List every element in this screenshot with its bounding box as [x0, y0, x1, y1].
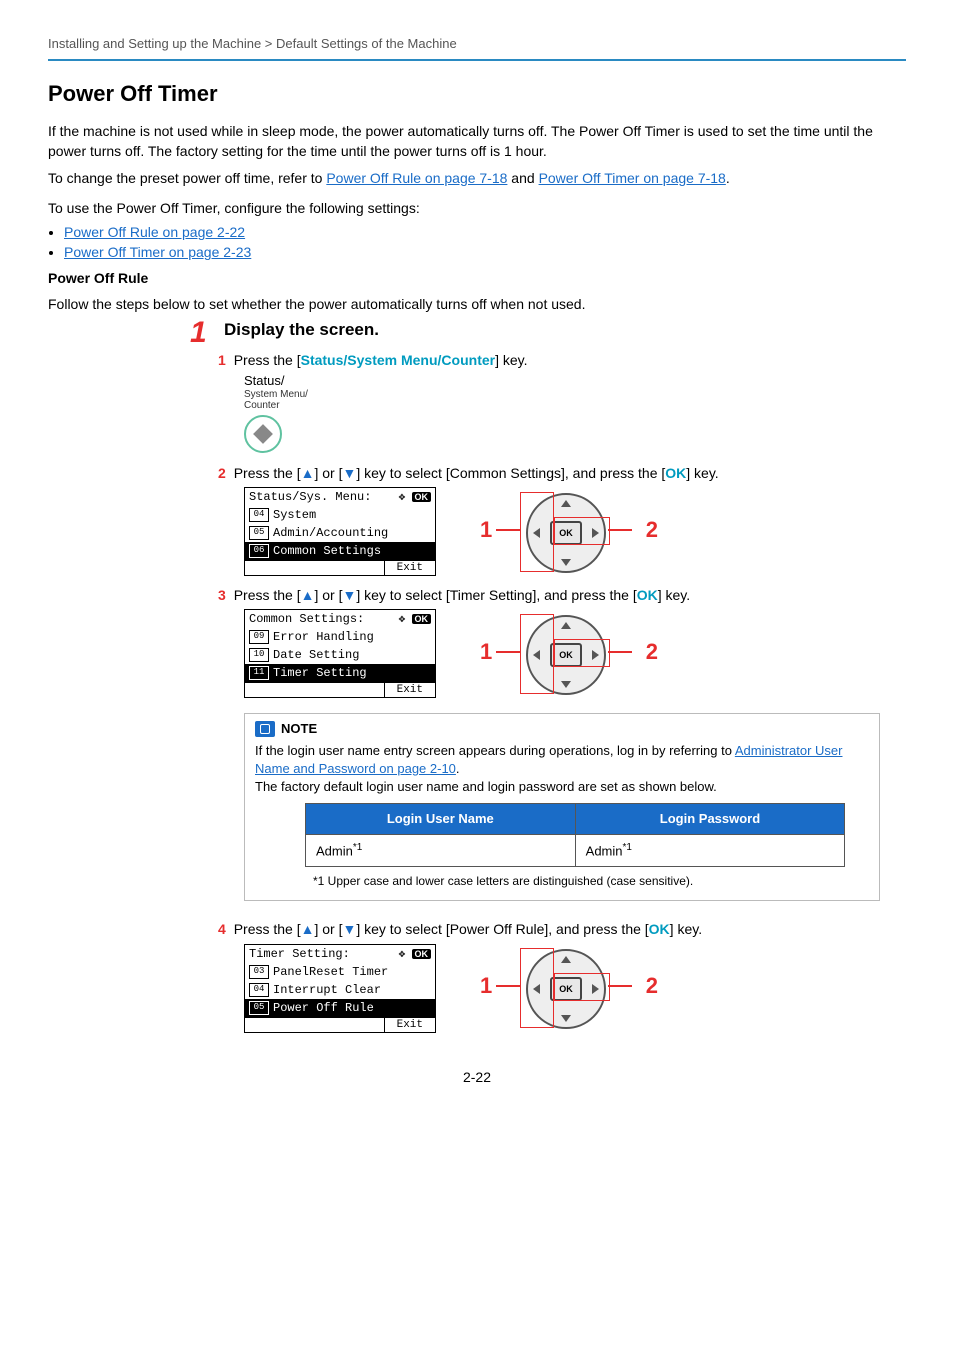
nav-diamond-icon: ✥ — [399, 614, 405, 626]
note-box: NOTE If the login user name entry screen… — [244, 713, 880, 901]
note-label: NOTE — [281, 720, 317, 738]
highlight-box-updown — [520, 948, 554, 1028]
nav-up-icon[interactable] — [561, 500, 571, 507]
subheading-desc: Follow the steps below to set whether th… — [48, 294, 906, 314]
nav-down-icon[interactable] — [561, 1015, 571, 1022]
intro-p2-and: and — [507, 170, 538, 186]
ok-key-label: OK — [637, 587, 658, 603]
note-text-1: If the login user name entry screen appe… — [255, 742, 869, 778]
down-arrow-icon: ▼ — [342, 587, 356, 603]
down-arrow-icon: ▼ — [342, 465, 356, 481]
nav-up-icon[interactable] — [561, 622, 571, 629]
status-label-line2: System Menu/ — [244, 389, 906, 400]
status-button-diagram: Status/ System Menu/ Counter — [244, 374, 906, 452]
highlight-box-ok — [554, 639, 610, 667]
lcd-exit-button: Exit — [384, 1018, 435, 1032]
callout-line-1 — [496, 985, 520, 987]
td-login-user-name: Admin*1 — [306, 834, 576, 867]
nav-down-icon[interactable] — [561, 681, 571, 688]
note-text-2: The factory default login user name and … — [255, 778, 869, 796]
settings-bullet-list: Power Off Rule on page 2-22 Power Off Ti… — [48, 224, 906, 260]
link-power-off-rule-718[interactable]: Power Off Rule on page 7-18 — [326, 170, 507, 186]
callout-line-2 — [608, 651, 632, 653]
subheading-power-off-rule: Power Off Rule — [48, 270, 906, 286]
substep-2-text: 2 Press the [▲] or [▼] key to select [Co… — [218, 465, 906, 481]
substep-4-num: 4 — [218, 921, 226, 937]
highlight-box-ok — [554, 973, 610, 1001]
lcd-exit-button: Exit — [384, 683, 435, 697]
lcd2-title: Common Settings: — [249, 612, 364, 626]
up-arrow-icon: ▲ — [301, 587, 315, 603]
nav-diamond-icon: ✥ — [399, 949, 405, 961]
step-heading: Display the screen. — [224, 320, 906, 340]
intro-p2-pre: To change the preset power off time, ref… — [48, 170, 326, 186]
th-login-password: Login Password — [575, 803, 845, 834]
lcd3-title: Timer Setting: — [249, 947, 350, 961]
breadcrumb: Installing and Setting up the Machine > … — [48, 36, 906, 61]
substep-3-num: 3 — [218, 587, 226, 603]
status-label-line3: Counter — [244, 400, 906, 411]
intro-paragraph-2: To change the preset power off time, ref… — [48, 168, 906, 188]
key-status-system-menu-counter: Status/System Menu/Counter — [301, 352, 495, 368]
substep-3-text: 3 Press the [▲] or [▼] key to select [Ti… — [218, 587, 906, 603]
substep-1-num: 1 — [218, 352, 226, 368]
nav-diamond-icon: ✥ — [399, 492, 405, 504]
up-arrow-icon: ▲ — [301, 465, 315, 481]
callout-num-1: 1 — [480, 639, 492, 665]
page-number: 2-22 — [48, 1069, 906, 1085]
th-login-user-name: Login User Name — [306, 803, 576, 834]
callout-num-1: 1 — [480, 517, 492, 543]
highlight-box-ok — [554, 517, 610, 545]
lcd-common-settings: Common Settings: ✥ OK 09Error Handling 1… — [244, 609, 436, 698]
highlight-box-updown — [520, 492, 554, 572]
callout-num-2: 2 — [646, 639, 658, 665]
nav-up-icon[interactable] — [561, 956, 571, 963]
status-label-line1: Status/ — [244, 374, 906, 388]
substep-1-text: 1 Press the [Status/System Menu/Counter]… — [218, 352, 906, 368]
link-power-off-rule-222[interactable]: Power Off Rule on page 2-22 — [64, 224, 245, 240]
callout-num-2: 2 — [646, 973, 658, 999]
ok-pill-icon: OK — [412, 492, 432, 502]
lcd-timer-setting: Timer Setting: ✥ OK 03PanelReset Timer 0… — [244, 944, 436, 1033]
login-credentials-table: Login User Name Login Password Admin*1 A… — [305, 803, 845, 868]
td-login-password: Admin*1 — [575, 834, 845, 867]
ok-key-label: OK — [649, 921, 670, 937]
lcd-status-sys-menu: Status/Sys. Menu: ✥ OK 04System 05Admin/… — [244, 487, 436, 576]
page-title: Power Off Timer — [48, 81, 906, 107]
callout-num-1: 1 — [480, 973, 492, 999]
substep-2-num: 2 — [218, 465, 226, 481]
callout-line-2 — [608, 529, 632, 531]
ok-pill-icon: OK — [412, 614, 432, 624]
status-system-button[interactable] — [244, 415, 282, 453]
up-arrow-icon: ▲ — [301, 921, 315, 937]
intro-paragraph-3: To use the Power Off Timer, configure th… — [48, 198, 906, 218]
nav-wheel-diagram: OK 1 2 — [476, 943, 656, 1033]
highlight-box-updown — [520, 614, 554, 694]
link-power-off-timer-718[interactable]: Power Off Timer on page 7-18 — [539, 170, 726, 186]
link-power-off-timer-223[interactable]: Power Off Timer on page 2-23 — [64, 244, 251, 260]
note-icon — [255, 721, 275, 737]
lcd-exit-button: Exit — [384, 561, 435, 575]
substep-4-text: 4 Press the [▲] or [▼] key to select [Po… — [218, 921, 906, 937]
callout-line-1 — [496, 651, 520, 653]
down-arrow-icon: ▼ — [342, 921, 356, 937]
step-number-1: 1 — [190, 316, 207, 350]
ok-key-label: OK — [665, 465, 686, 481]
intro-paragraph-1: If the machine is not used while in slee… — [48, 121, 906, 162]
lcd1-title: Status/Sys. Menu: — [249, 490, 371, 504]
nav-wheel-diagram: OK 1 2 — [476, 487, 656, 577]
callout-line-1 — [496, 529, 520, 531]
callout-num-2: 2 — [646, 517, 658, 543]
table-footnote: *1 Upper case and lower case letters are… — [313, 873, 869, 890]
nav-down-icon[interactable] — [561, 559, 571, 566]
callout-line-2 — [608, 985, 632, 987]
nav-wheel-diagram: OK 1 2 — [476, 609, 656, 699]
ok-pill-icon: OK — [412, 949, 432, 959]
